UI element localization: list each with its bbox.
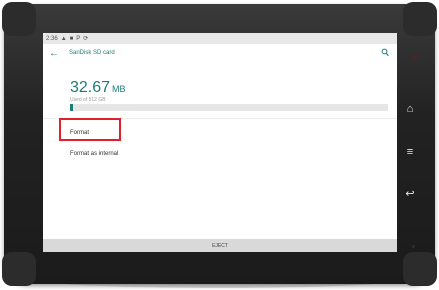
storage-usage-fill xyxy=(70,104,74,111)
used-unit: MB xyxy=(112,84,126,94)
screen: 2:36 ▲ ■ P ⟳ ← SanDisk SD card 32.67 MB U… xyxy=(43,33,397,252)
search-icon[interactable] xyxy=(381,48,389,58)
home-icon[interactable]: ⌂ xyxy=(402,103,418,115)
back-arrow-icon[interactable]: ← xyxy=(49,48,59,59)
storage-notification-icon: ■ xyxy=(69,35,74,42)
storage-usage-bar xyxy=(70,104,388,111)
highlight-box xyxy=(59,118,121,141)
page-title: SanDisk SD card xyxy=(69,50,115,56)
camera-indicator xyxy=(413,55,417,59)
used-subtitle: Used of 512 GB xyxy=(70,97,106,103)
back-nav-icon[interactable]: ↩ xyxy=(402,187,418,200)
menu-icon[interactable]: ≡ xyxy=(402,146,418,158)
bumper-corner xyxy=(403,252,437,286)
p-notification-icon: P xyxy=(76,35,81,42)
app-bar: ← SanDisk SD card xyxy=(43,44,397,64)
sensor-indicator xyxy=(412,245,415,248)
notification-icon: ▲ xyxy=(60,35,67,42)
bumper-corner xyxy=(403,2,437,36)
bumper-corner xyxy=(2,2,36,36)
bumper-corner xyxy=(2,252,36,286)
eject-button[interactable]: EJECT xyxy=(43,239,397,252)
used-number: 32.67 xyxy=(70,79,111,96)
sync-notification-icon: ⟳ xyxy=(83,35,89,42)
format-as-internal-option[interactable]: Format as internal xyxy=(70,151,118,157)
used-storage-value: 32.67 MB xyxy=(70,79,126,97)
eject-label: EJECT xyxy=(212,242,228,249)
status-bar: 2:36 ▲ ■ P ⟳ xyxy=(43,33,397,44)
status-time: 2:36 xyxy=(46,35,58,42)
